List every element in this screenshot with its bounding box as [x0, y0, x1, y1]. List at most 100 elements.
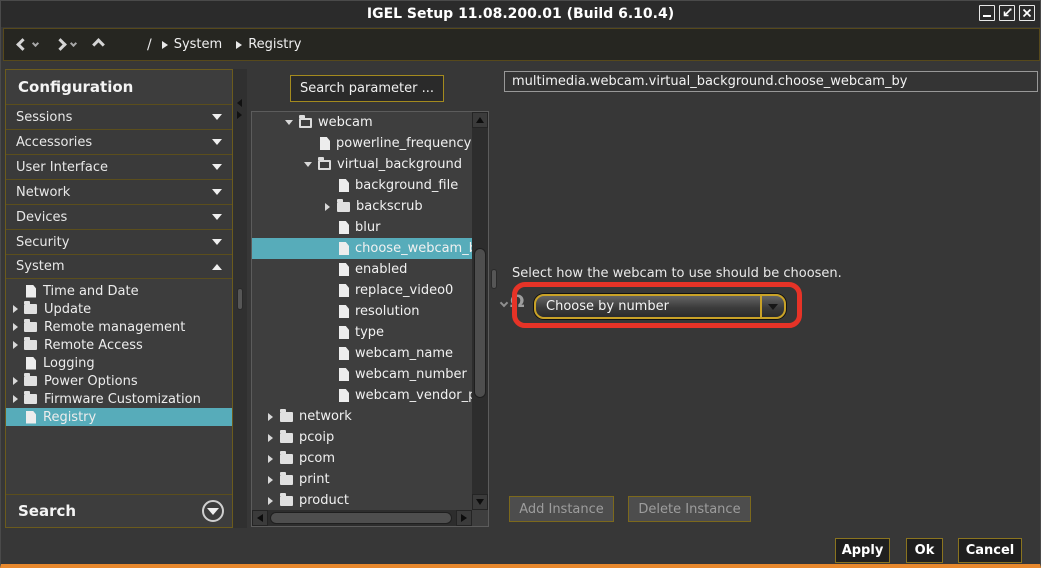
cancel-button[interactable]: Cancel: [958, 538, 1022, 563]
sidebar-item-registry[interactable]: Registry: [6, 408, 232, 426]
sidebar-section-sessions[interactable]: Sessions: [6, 104, 232, 129]
file-icon: [26, 285, 36, 298]
configuration-accordion: SessionsAccessoriesUser InterfaceNetwork…: [6, 104, 232, 279]
sidebar-section-system[interactable]: System: [6, 254, 232, 279]
tree-item-label: choose_webcam_by: [355, 241, 472, 256]
dropdown-arrow-button[interactable]: [760, 296, 784, 317]
breadcrumb-system[interactable]: System: [162, 37, 222, 52]
tree-item-label: print: [299, 472, 330, 487]
delete-instance-button[interactable]: Delete Instance: [628, 496, 751, 522]
sidebar-item-remote-access[interactable]: Remote Access: [6, 336, 232, 354]
tree-item-webcam-number[interactable]: webcam_number: [252, 364, 472, 385]
collapse-right-icon[interactable]: [237, 111, 242, 119]
dropdown-selected-value: Choose by number: [536, 296, 760, 317]
forward-button[interactable]: [56, 40, 76, 49]
tree-item-backscrub[interactable]: backscrub: [252, 196, 472, 217]
expander-icon[interactable]: [264, 476, 276, 484]
tree-item-choose-webcam-by[interactable]: choose_webcam_by: [252, 238, 472, 259]
search-parameter-button[interactable]: Search parameter ...: [290, 75, 444, 102]
expander-icon[interactable]: [10, 341, 20, 349]
expander-icon[interactable]: [264, 455, 276, 463]
sidebar-item-update[interactable]: Update: [6, 300, 232, 318]
add-instance-button[interactable]: Add Instance: [509, 496, 614, 522]
tree-item-print[interactable]: print: [252, 469, 472, 490]
forward-history-dropdown-icon[interactable]: [70, 40, 77, 47]
horizontal-scrollbar-thumb[interactable]: [270, 512, 452, 524]
tree-item-blur[interactable]: blur: [252, 217, 472, 238]
expander-icon[interactable]: [321, 203, 333, 211]
tree-item-product[interactable]: product: [252, 490, 472, 510]
tree-item-enabled[interactable]: enabled: [252, 259, 472, 280]
tree-item-label: resolution: [355, 304, 420, 319]
back-button[interactable]: [18, 40, 38, 49]
expander-icon[interactable]: [10, 395, 20, 403]
search-section-header: Search: [6, 494, 232, 527]
tree-item-powerline-frequency[interactable]: powerline_frequency: [252, 133, 472, 154]
ok-button[interactable]: Ok: [906, 538, 943, 563]
search-expand-button[interactable]: [202, 500, 224, 522]
apply-button[interactable]: Apply: [835, 538, 890, 563]
tree-item-label: webcam_number: [355, 367, 467, 382]
folder-icon: [24, 376, 37, 386]
vertical-scrollbar[interactable]: [472, 112, 488, 510]
expander-icon[interactable]: [10, 377, 20, 385]
breadcrumb-arrow-icon: [236, 41, 242, 49]
minimize-button[interactable]: [979, 5, 995, 21]
scroll-down-button[interactable]: [472, 494, 488, 510]
scroll-right-button[interactable]: [456, 510, 472, 526]
expander-icon[interactable]: [264, 434, 276, 442]
splitter-grip[interactable]: [237, 288, 243, 310]
tree-item-pcoip[interactable]: pcoip: [252, 427, 472, 448]
scroll-up-button[interactable]: [472, 112, 488, 128]
expander-icon[interactable]: [302, 162, 314, 167]
tree-item-label: pcoip: [299, 430, 334, 445]
vertical-scrollbar-thumb[interactable]: [474, 248, 486, 398]
tree-item-type[interactable]: type: [252, 322, 472, 343]
horizontal-scrollbar[interactable]: [252, 510, 472, 526]
tree-panel-splitter-grip[interactable]: [491, 269, 497, 289]
sidebar-item-time-and-date[interactable]: Time and Date: [6, 282, 232, 300]
sidebar-item-remote-management[interactable]: Remote management: [6, 318, 232, 336]
sidebar-item-firmware-customization[interactable]: Firmware Customization: [6, 390, 232, 408]
sidebar-splitter[interactable]: [233, 69, 247, 528]
configuration-panel: Configuration SessionsAccessoriesUser In…: [5, 69, 233, 528]
tree-item-resolution[interactable]: resolution: [252, 301, 472, 322]
expander-icon[interactable]: [264, 413, 276, 421]
tree-item-webcam-vendor-pro[interactable]: webcam_vendor_pro: [252, 385, 472, 406]
sidebar-section-accessories[interactable]: Accessories: [6, 129, 232, 154]
tree-item-virtual-background[interactable]: virtual_background: [252, 154, 472, 175]
tree-item-background-file[interactable]: background_file: [252, 175, 472, 196]
expander-icon[interactable]: [283, 120, 295, 125]
breadcrumb-registry[interactable]: Registry: [236, 37, 301, 52]
tree-item-network[interactable]: network: [252, 406, 472, 427]
restore-button[interactable]: [999, 5, 1015, 21]
tree-item-pcom[interactable]: pcom: [252, 448, 472, 469]
parameter-path-field[interactable]: [504, 71, 1038, 92]
reset-to-default-icon[interactable]: Ω: [510, 292, 524, 312]
sidebar-section-security[interactable]: Security: [6, 229, 232, 254]
tree-item-webcam[interactable]: webcam: [252, 112, 472, 133]
sidebar-item-power-options[interactable]: Power Options: [6, 372, 232, 390]
collapse-left-icon[interactable]: [237, 99, 242, 107]
expander-icon[interactable]: [10, 323, 20, 331]
caret-down-icon: [212, 189, 222, 195]
navigation-bar: / System Registry: [3, 28, 1040, 61]
expander-icon[interactable]: [264, 497, 276, 505]
folder-open-icon: [318, 160, 331, 170]
tree-item-label: replace_video0: [355, 283, 453, 298]
scroll-left-button[interactable]: [252, 510, 268, 526]
sidebar-section-user-interface[interactable]: User Interface: [6, 154, 232, 179]
tree-item-replace-video0[interactable]: replace_video0: [252, 280, 472, 301]
up-button[interactable]: [94, 40, 103, 49]
folder-icon: [337, 202, 350, 212]
sidebar-item-logging[interactable]: Logging: [6, 354, 232, 372]
close-button[interactable]: [1019, 5, 1035, 21]
file-icon: [339, 326, 349, 339]
sidebar-section-devices[interactable]: Devices: [6, 204, 232, 229]
expander-icon[interactable]: [10, 305, 20, 313]
choose-webcam-by-dropdown[interactable]: Choose by number: [534, 294, 786, 319]
tree-item-webcam-name[interactable]: webcam_name: [252, 343, 472, 364]
arrow-right-icon: [461, 514, 467, 522]
sidebar-section-network[interactable]: Network: [6, 179, 232, 204]
back-history-dropdown-icon[interactable]: [32, 40, 39, 47]
